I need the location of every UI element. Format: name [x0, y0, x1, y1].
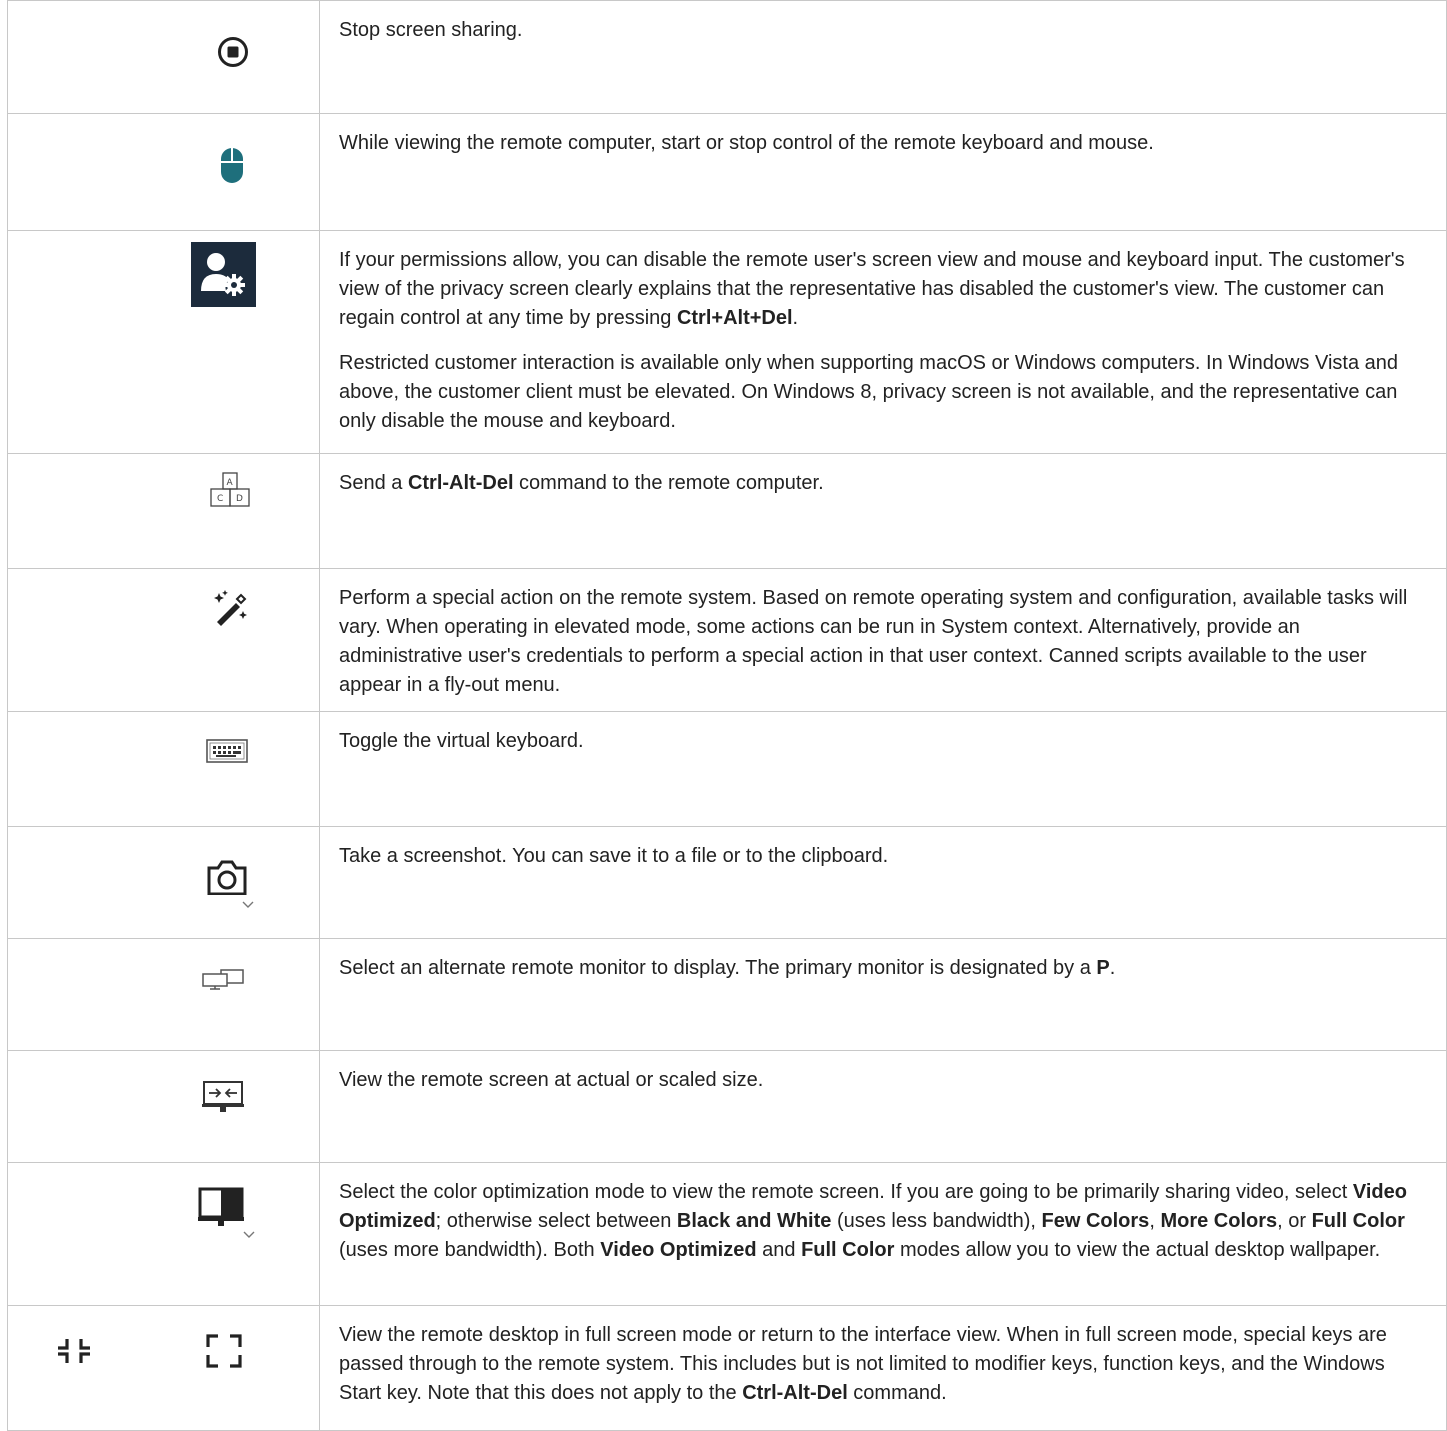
description-text: Stop screen sharing. [339, 16, 1428, 45]
scale-screen-icon [202, 1080, 244, 1114]
icon-cell [7, 0, 320, 114]
text-run: . [792, 307, 799, 329]
bold-term: Full Color [801, 1239, 895, 1261]
description-text: Take a screenshot. You can save it to a … [339, 842, 1428, 871]
description-cell: Stop screen sharing. [319, 0, 1447, 114]
text-run: command to the remote computer. [513, 472, 824, 494]
table-row: View the remote screen at actual or scal… [7, 1050, 1447, 1163]
text-run: Restricted customer interaction is avail… [339, 352, 1398, 432]
description-text: View the remote screen at actual or scal… [339, 1066, 1428, 1095]
svg-text:A: A [227, 478, 234, 488]
table-row: Stop screen sharing. [7, 0, 1447, 114]
description-text: Select the color optimization mode to vi… [339, 1178, 1428, 1265]
description-text: Perform a special action on the remote s… [339, 584, 1428, 700]
icon-cell [7, 230, 320, 454]
description-cell: View the remote screen at actual or scal… [319, 1050, 1447, 1163]
text-run: Select an alternate remote monitor to di… [339, 957, 1097, 979]
text-run: Stop screen sharing. [339, 19, 523, 41]
monitors-icon [201, 968, 245, 990]
table-row: Select an alternate remote monitor to di… [7, 938, 1447, 1051]
exit-fullscreen-icon [56, 1334, 92, 1368]
bold-term: P [1096, 957, 1110, 979]
icon-cell [7, 711, 320, 827]
text-run: Take a screenshot. You can save it to a … [339, 845, 889, 867]
icon-cell [7, 826, 320, 939]
svg-text:C: C [217, 494, 223, 504]
text-run: (uses more bandwidth). Both [339, 1239, 601, 1261]
bold-term: Black and White [676, 1210, 832, 1232]
svg-text:D: D [236, 494, 243, 504]
bold-term: Ctrl+Alt+Del [676, 307, 793, 329]
text-run: modes allow you to view the actual deskt… [894, 1239, 1381, 1261]
icon-cell [7, 1050, 320, 1163]
description-cell: While viewing the remote computer, start… [319, 113, 1447, 231]
icon-cell: AC D [7, 453, 320, 569]
description-text: Select an alternate remote monitor to di… [339, 954, 1428, 983]
table-row: Perform a special action on the remote s… [7, 568, 1447, 712]
table-row: AC D Send a Ctrl-Alt-Del command to the r… [7, 453, 1447, 569]
table-row: While viewing the remote computer, start… [7, 113, 1447, 231]
toolbar-reference-table: Stop screen sharing. While viewing the r… [7, 0, 1447, 1431]
description-text: View the remote desktop in full screen m… [339, 1321, 1428, 1408]
fullscreen-icon [206, 1334, 242, 1368]
text-run: If your permissions allow, you can disab… [339, 249, 1405, 329]
table-row: If your permissions allow, you can disab… [7, 230, 1447, 454]
table-row: Toggle the virtual keyboard. [7, 711, 1447, 827]
description-text: Restricted customer interaction is avail… [339, 349, 1428, 436]
mouse-control-icon [221, 147, 243, 183]
description-cell: Toggle the virtual keyboard. [319, 711, 1447, 827]
description-cell: Send a Ctrl-Alt-Del command to the remot… [319, 453, 1447, 569]
description-text: Send a Ctrl-Alt-Del command to the remot… [339, 469, 1428, 498]
icon-cell [7, 1162, 320, 1306]
text-run: , [1149, 1210, 1161, 1232]
description-text: Toggle the virtual keyboard. [339, 727, 1428, 756]
color-mode-icon [198, 1187, 244, 1227]
text-run: View the remote screen at actual or scal… [339, 1069, 764, 1091]
text-run: command. [847, 1382, 947, 1404]
table-row: Select the color optimization mode to vi… [7, 1162, 1447, 1306]
virtual-keyboard-icon [206, 739, 248, 763]
icon-cell [7, 938, 320, 1051]
bold-term: Ctrl-Alt-Del [407, 472, 514, 494]
description-cell: Select the color optimization mode to vi… [319, 1162, 1447, 1306]
description-text: While viewing the remote computer, start… [339, 129, 1428, 158]
text-run: . [1109, 957, 1116, 979]
description-text: If your permissions allow, you can disab… [339, 246, 1428, 333]
description-cell: If your permissions allow, you can disab… [319, 230, 1447, 454]
chevron-down-icon [242, 901, 254, 909]
bold-term: Full Color [1311, 1210, 1405, 1232]
table-row: View the remote desktop in full screen m… [7, 1305, 1447, 1431]
bold-term: Video Optimized [600, 1239, 757, 1261]
privacy-screen-icon [191, 242, 256, 307]
bold-term: Ctrl-Alt-Del [742, 1382, 848, 1404]
description-cell: Select an alternate remote monitor to di… [319, 938, 1447, 1051]
description-cell: Take a screenshot. You can save it to a … [319, 826, 1447, 939]
icon-cell [7, 1305, 320, 1431]
ctrl-alt-del-icon: AC D [209, 471, 251, 509]
bold-term: Few Colors [1041, 1210, 1150, 1232]
text-run: While viewing the remote computer, start… [339, 132, 1154, 154]
text-run: Perform a special action on the remote s… [339, 587, 1408, 696]
text-run: and [756, 1239, 802, 1261]
description-cell: View the remote desktop in full screen m… [319, 1305, 1447, 1431]
text-run: Toggle the virtual keyboard. [339, 730, 584, 752]
text-run: ; otherwise select between [435, 1210, 677, 1232]
icon-cell [7, 568, 320, 712]
text-run: Send a [339, 472, 408, 494]
text-run: (uses less bandwidth), [831, 1210, 1042, 1232]
camera-icon [207, 859, 247, 895]
icon-cell [7, 113, 320, 231]
chevron-down-icon [243, 1231, 255, 1239]
stop-share-icon [217, 36, 249, 68]
description-cell: Perform a special action on the remote s… [319, 568, 1447, 712]
text-run: Select the color optimization mode to vi… [339, 1181, 1353, 1203]
magic-wand-icon [211, 589, 249, 627]
bold-term: More Colors [1160, 1210, 1278, 1232]
text-run: , or [1277, 1210, 1312, 1232]
table-row: Take a screenshot. You can save it to a … [7, 826, 1447, 939]
